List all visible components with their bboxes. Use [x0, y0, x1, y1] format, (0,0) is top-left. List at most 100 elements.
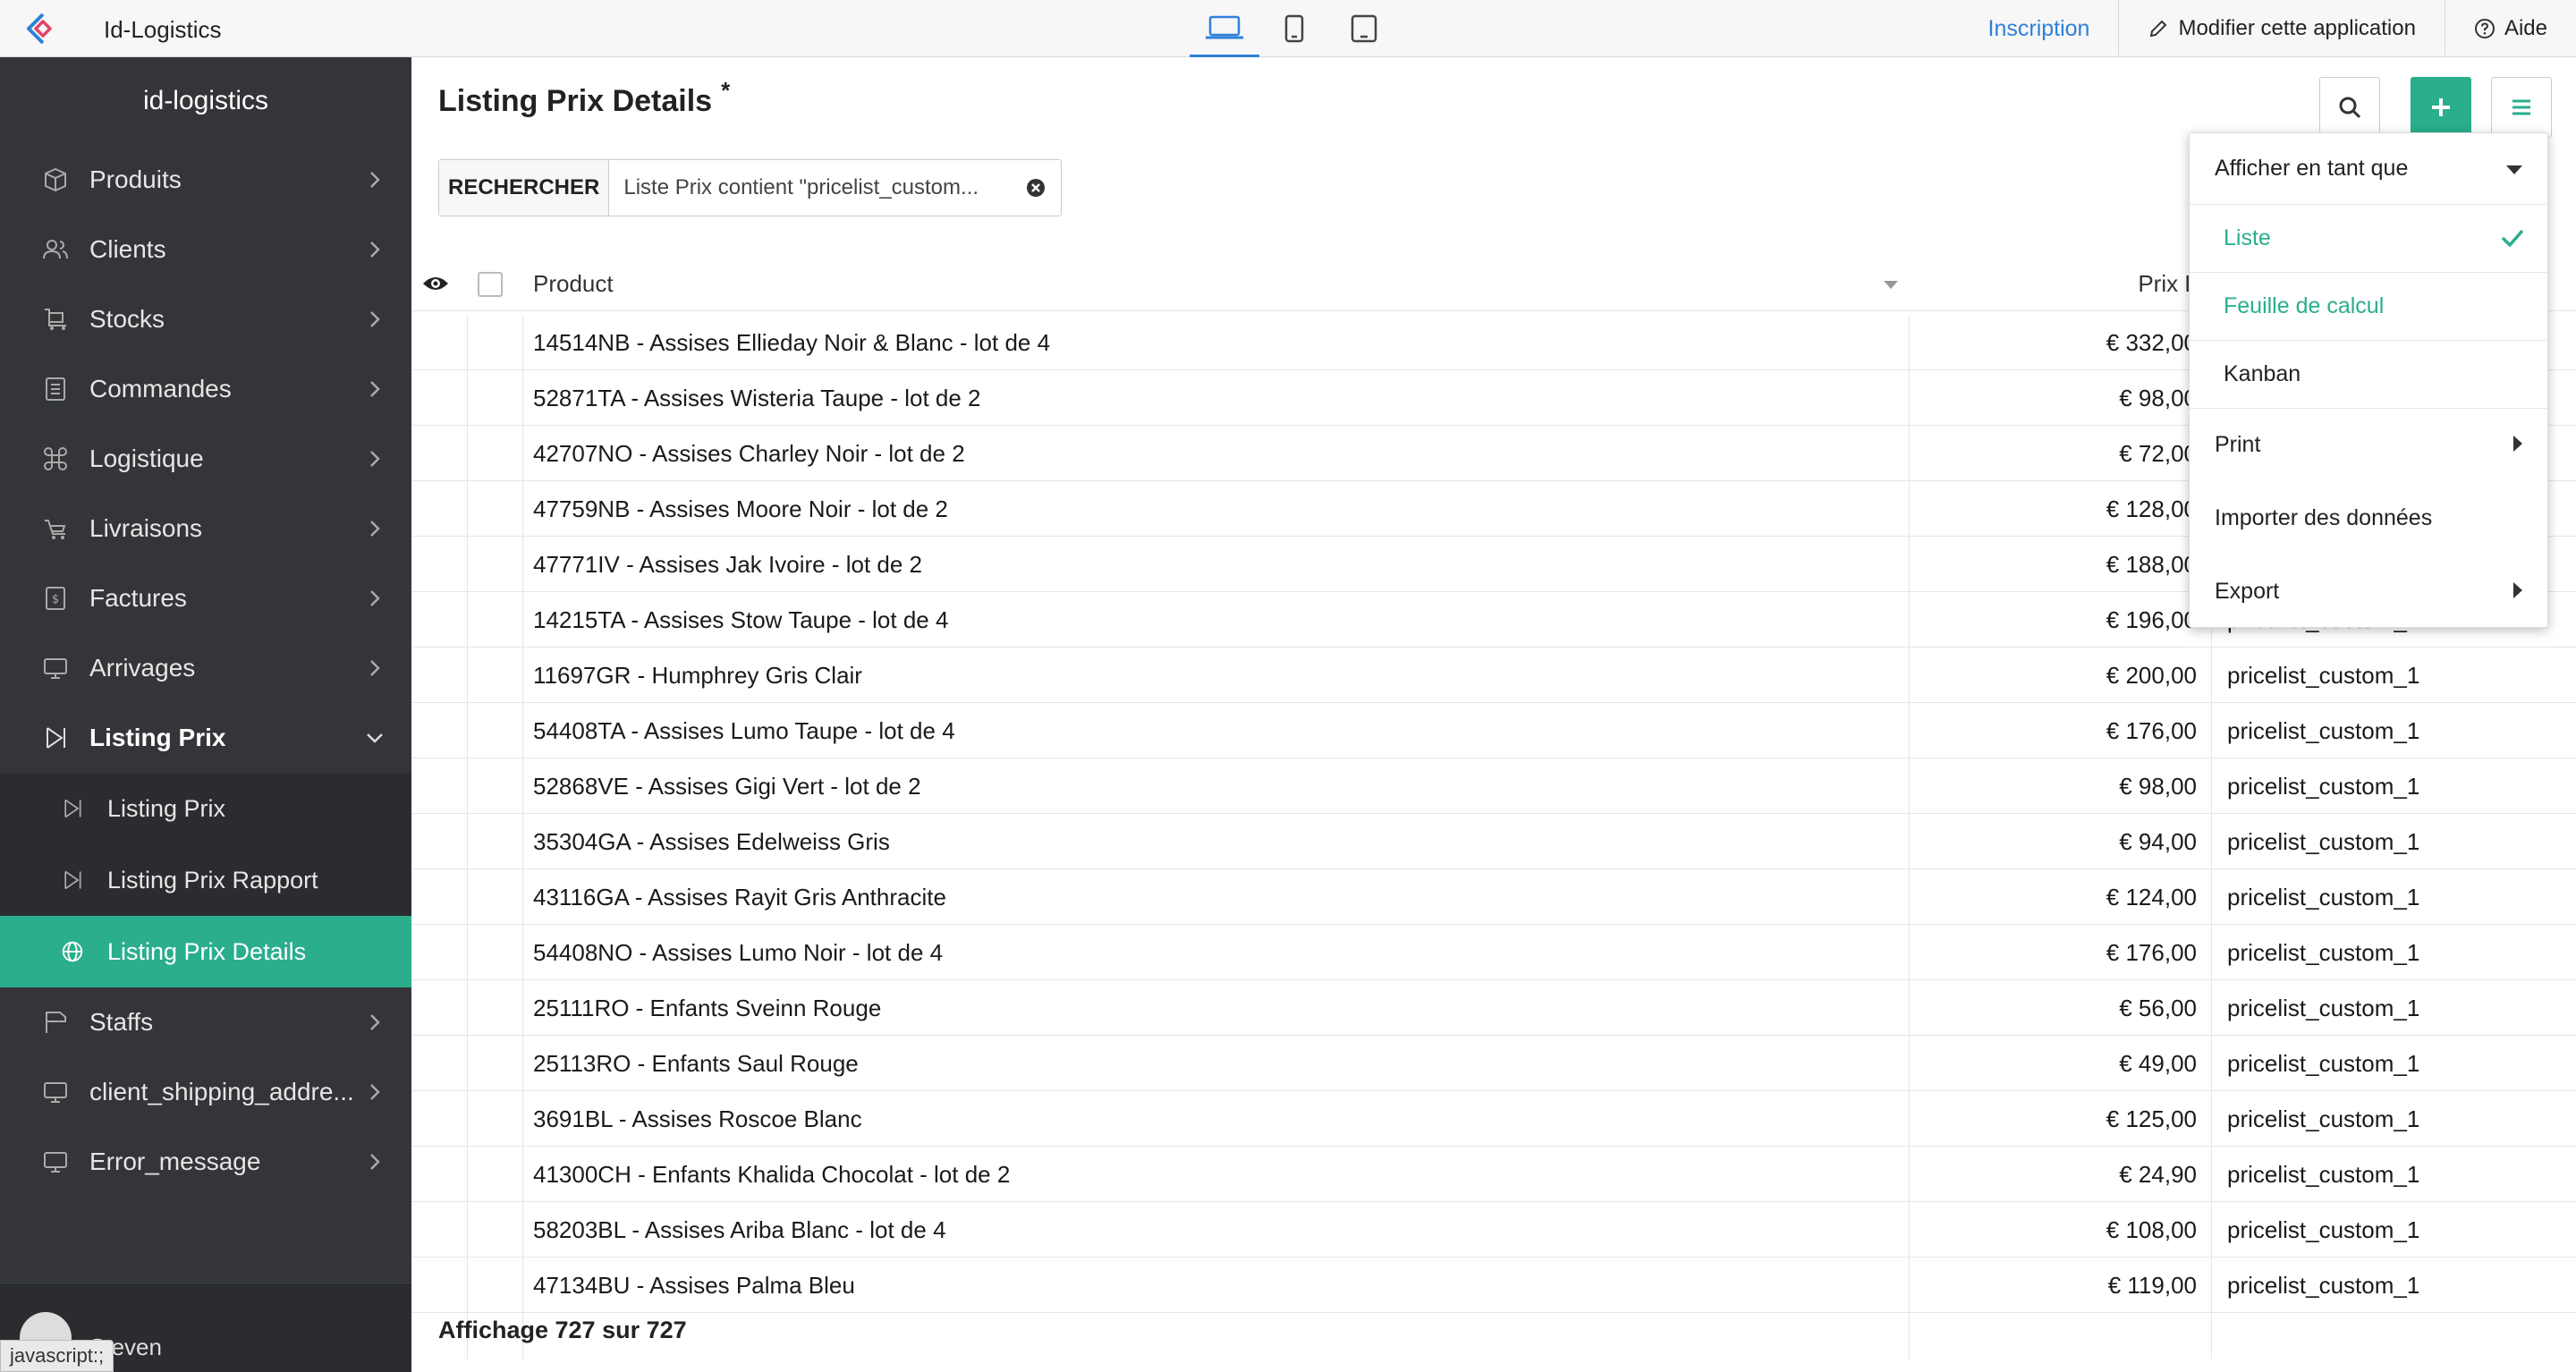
view-option-label: Liste	[2224, 225, 2271, 250]
cell-product: 41300CH - Enfants Khalida Chocolat - lot…	[533, 1160, 1011, 1188]
add-record-button[interactable]	[2411, 77, 2471, 138]
view-option-feuille-de-calcul[interactable]: Feuille de calcul	[2190, 273, 2549, 341]
table-row[interactable]: 54408TA - Assises Lumo Taupe - lot de 4 €…	[411, 703, 2576, 758]
help-button[interactable]: Aide	[2444, 0, 2576, 57]
cell-pricelist: pricelist_custom_1	[2227, 1215, 2420, 1243]
cell-product: 25113RO - Enfants Saul Rouge	[533, 1049, 859, 1077]
view-as-toggle[interactable]: Afficher en tant que	[2190, 133, 2549, 205]
table-row[interactable]: 54408NO - Assises Lumo Noir - lot de 4 € …	[411, 925, 2576, 980]
tablet-view-button[interactable]	[1329, 0, 1399, 57]
sidebar-item-stocks[interactable]: Stocks	[0, 284, 411, 354]
sidebar-subitem-listing-prix-rapport[interactable]: Listing Prix Rapport	[0, 844, 411, 916]
invoice-icon: $	[41, 584, 70, 613]
truck-icon	[41, 514, 70, 543]
import-data-menu-item[interactable]: Importer des données	[2190, 482, 2549, 554]
sidebar-header: id-logistics	[142, 86, 269, 115]
sidebar-item-factures[interactable]: $ Factures	[0, 563, 411, 633]
print-menu-item[interactable]: Print	[2190, 409, 2549, 480]
view-option-kanban[interactable]: Kanban	[2190, 341, 2549, 409]
chevron-right-icon	[370, 590, 380, 606]
import-label: Importer des données	[2215, 504, 2433, 530]
monitor-icon	[41, 654, 70, 682]
cell-price: € 24,90	[2119, 1160, 2197, 1188]
sidebar-subitem-label: Listing Prix Details	[107, 937, 307, 965]
monitor-icon	[41, 1078, 70, 1106]
view-menu-button[interactable]	[2491, 77, 2552, 138]
checkmark-icon	[2501, 229, 2524, 248]
table-row[interactable]: 3691BL - Assises Roscoe Blanc € 125,00 pri…	[411, 1091, 2576, 1147]
page-title: Listing Prix Details *	[438, 77, 730, 119]
sidebar-item-livraisons[interactable]: Livraisons	[0, 494, 411, 563]
sidebar-item-listing-prix[interactable]: Listing Prix	[0, 703, 411, 773]
sidebar-item-commandes[interactable]: Commandes	[0, 354, 411, 424]
cell-product: 47759NB - Assises Moore Noir - lot de 2	[533, 495, 948, 522]
sidebar-item-produits[interactable]: Produits	[0, 145, 411, 215]
export-menu-item[interactable]: Export	[2190, 555, 2549, 627]
laptop-view-button[interactable]	[1190, 0, 1259, 57]
table-row[interactable]: 43116GA - Assises Rayit Gris Anthracite €…	[411, 869, 2576, 925]
sidebar-item-label: Logistique	[89, 445, 204, 472]
chevron-right-icon	[370, 241, 380, 258]
select-all-checkbox[interactable]	[478, 272, 503, 297]
table-row[interactable]: 41300CH - Enfants Khalida Chocolat - lot…	[411, 1147, 2576, 1202]
view-option-liste[interactable]: Liste	[2190, 205, 2549, 273]
table-row[interactable]: 11697GR - Humphrey Gris Clair € 200,00 pri…	[411, 648, 2576, 703]
chevron-down-icon	[367, 733, 383, 743]
sidebar-item-client-shipping[interactable]: client_shipping_addre...	[0, 1057, 411, 1127]
caret-right-icon	[2513, 582, 2522, 598]
top-bar: Id-Logistics Inscription Modifier cette …	[0, 0, 2576, 57]
cell-product: 52868VE - Assises Gigi Vert - lot de 2	[533, 772, 921, 800]
cell-price: € 188,00	[2106, 550, 2197, 578]
table-row[interactable]: 35304GA - Assises Edelweiss Gris € 94,00 p…	[411, 814, 2576, 869]
search-filter-bar[interactable]: RECHERCHER Liste Prix contient "pricelis…	[438, 159, 1063, 216]
table-row[interactable]: 52868VE - Assises Gigi Vert - lot de 2 € …	[411, 758, 2576, 814]
signup-link[interactable]: Inscription	[1960, 0, 2119, 57]
cell-pricelist: pricelist_custom_1	[2227, 827, 2420, 855]
phone-icon	[1284, 14, 1304, 43]
chevron-right-icon	[370, 451, 380, 467]
table-row[interactable]: 47134BU - Assises Palma Bleu € 119,00 pric…	[411, 1258, 2576, 1313]
top-right-actions: Inscription Modifier cette application A…	[1960, 0, 2576, 57]
cell-product: 35304GA - Assises Edelweiss Gris	[533, 827, 890, 855]
sidebar-item-label: Listing Prix	[89, 724, 226, 751]
search-label[interactable]: RECHERCHER	[439, 160, 610, 216]
sidebar-item-label: client_shipping_addre...	[89, 1078, 354, 1105]
print-label: Print	[2215, 431, 2261, 457]
app-logo-icon[interactable]	[23, 11, 63, 47]
chevron-right-icon	[370, 1154, 380, 1170]
table-row[interactable]: 25111RO - Enfants Sveinn Rouge € 56,00 pri…	[411, 980, 2576, 1036]
sidebar-item-error-message[interactable]: Error_message	[0, 1127, 411, 1197]
cell-price: € 176,00	[2106, 938, 2197, 966]
cell-product: 25111RO - Enfants Sveinn Rouge	[533, 994, 882, 1021]
eye-icon[interactable]	[422, 274, 449, 293]
column-header-product[interactable]: Product	[533, 256, 614, 311]
sidebar-item-logistique[interactable]: Logistique	[0, 424, 411, 494]
sidebar-subitem-listing-prix-details[interactable]: Listing Prix Details	[0, 916, 411, 987]
edit-app-button[interactable]: Modifier cette application	[2118, 0, 2444, 57]
edit-app-label: Modifier cette application	[2178, 16, 2416, 40]
sidebar-item-staffs[interactable]: Staffs	[0, 987, 411, 1057]
sidebar-subitem-listing-prix[interactable]: Listing Prix	[0, 773, 411, 844]
sidebar-item-clients[interactable]: Clients	[0, 215, 411, 284]
cell-price: € 124,00	[2106, 883, 2197, 910]
cell-price: € 108,00	[2106, 1215, 2197, 1243]
cell-product: 14514NB - Assises Ellieday Noir & Blanc …	[533, 328, 1051, 356]
product-sort-icon[interactable]	[1884, 281, 1898, 289]
search-button[interactable]	[2319, 77, 2380, 138]
table-row[interactable]: 25113RO - Enfants Saul Rouge € 49,00 price…	[411, 1036, 2576, 1091]
help-label: Aide	[2504, 16, 2547, 40]
sidebar-item-label: Arrivages	[89, 654, 196, 682]
users-icon	[41, 235, 70, 264]
filter-chip[interactable]: Liste Prix contient "pricelist_custom...	[609, 160, 1061, 216]
table-row[interactable]: 58203BL - Assises Ariba Blanc - lot de 4…	[411, 1202, 2576, 1258]
view-option-label: Kanban	[2224, 361, 2301, 386]
cell-product: 14215TA - Assises Stow Taupe - lot de 4	[533, 606, 949, 633]
filter-chip-text: Liste Prix contient "pricelist_custom...	[623, 175, 979, 199]
cell-price: € 98,00	[2119, 772, 2197, 800]
cell-price: € 98,00	[2119, 384, 2197, 411]
cell-product: 58203BL - Assises Ariba Blanc - lot de 4	[533, 1215, 946, 1243]
sidebar-item-arrivages[interactable]: Arrivages	[0, 633, 411, 703]
cell-pricelist: pricelist_custom_1	[2227, 883, 2420, 910]
phone-view-button[interactable]	[1259, 0, 1329, 57]
clear-filter-icon[interactable]	[1025, 177, 1046, 199]
